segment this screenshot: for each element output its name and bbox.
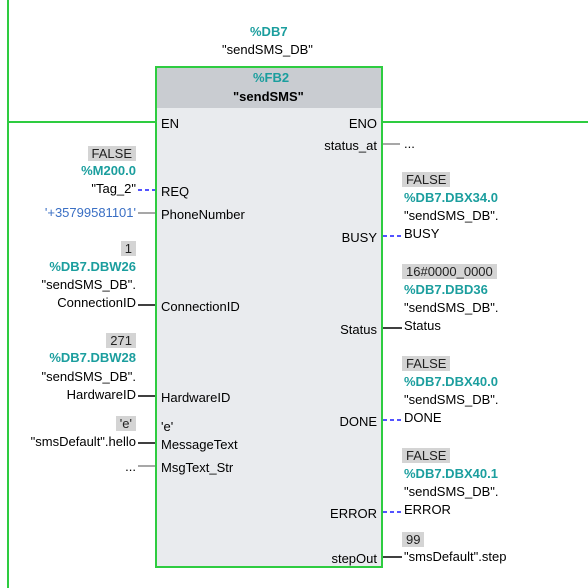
pin-eno[interactable]: ENO — [349, 116, 377, 132]
pin-phone-number[interactable]: PhoneNumber — [161, 207, 245, 223]
status-address: %DB7.DBD36 — [404, 282, 488, 297]
block-address: %FB2 — [253, 70, 290, 85]
pin-busy[interactable]: BUSY — [342, 230, 377, 246]
function-block[interactable]: %FB2 "sendSMS" EN REQ PhoneNumber Connec… — [155, 66, 383, 568]
instance-db-name[interactable]: "sendSMS_DB" — [222, 42, 313, 58]
hardware-id-tag-db[interactable]: "sendSMS_DB". — [42, 369, 137, 385]
status-monitor-value: 16#0000_0000 — [402, 264, 497, 279]
pin-status-at[interactable]: status_at — [324, 138, 377, 154]
hardware-id-monitor-value: 271 — [106, 333, 136, 348]
busy-address: %DB7.DBX34.0 — [404, 190, 498, 205]
connection-id-monitor-value: 1 — [120, 241, 136, 256]
busy-monitor-value: FALSE — [402, 172, 451, 187]
hardware-id-tag-member[interactable]: HardwareID — [67, 387, 136, 403]
done-address: %DB7.DBX40.0 — [404, 374, 498, 389]
error-address: %DB7.DBX40.1 — [404, 466, 498, 481]
msgtext-str-operand[interactable]: ... — [125, 459, 136, 475]
done-tag-member[interactable]: DONE — [404, 410, 442, 426]
pin-error[interactable]: ERROR — [330, 506, 377, 522]
req-address: %M200.0 — [81, 163, 136, 178]
pin-status[interactable]: Status — [340, 322, 377, 338]
pin-hardware-id[interactable]: HardwareID — [161, 390, 230, 406]
connection-id-tag-member[interactable]: ConnectionID — [57, 295, 136, 311]
pin-message-text[interactable]: MessageText — [161, 437, 238, 453]
connection-id-tag-db[interactable]: "sendSMS_DB". — [42, 277, 137, 293]
req-monitor-value: FALSE — [87, 146, 136, 161]
error-monitor-value: FALSE — [402, 448, 451, 463]
busy-tag-db[interactable]: "sendSMS_DB". — [404, 208, 499, 224]
status-at-operand[interactable]: ... — [404, 136, 415, 152]
status-tag-member[interactable]: Status — [404, 318, 441, 334]
pin-en[interactable]: EN — [161, 116, 179, 132]
pin-done[interactable]: DONE — [339, 414, 377, 430]
block-name[interactable]: "sendSMS" — [233, 89, 304, 105]
status-tag-db[interactable]: "sendSMS_DB". — [404, 300, 499, 316]
error-tag-db[interactable]: "sendSMS_DB". — [404, 484, 499, 500]
connection-id-address: %DB7.DBW26 — [49, 259, 136, 274]
step-out-monitor-value: 99 — [402, 532, 425, 547]
message-text-inner-value: 'e' — [161, 419, 174, 434]
pin-req[interactable]: REQ — [161, 184, 189, 200]
phone-number-constant[interactable]: '+35799581101' — [45, 205, 136, 221]
pin-step-out[interactable]: stepOut — [331, 551, 377, 567]
message-text-monitor-value: 'e' — [115, 416, 136, 431]
done-monitor-value: FALSE — [402, 356, 451, 371]
error-tag-member[interactable]: ERROR — [404, 502, 451, 518]
step-out-tag[interactable]: "smsDefault".step — [404, 549, 506, 565]
done-tag-db[interactable]: "sendSMS_DB". — [404, 392, 499, 408]
instance-db-address: %DB7 — [250, 24, 288, 39]
hardware-id-address: %DB7.DBW28 — [49, 350, 136, 365]
req-tag[interactable]: "Tag_2" — [91, 181, 136, 197]
pin-msgtext-str[interactable]: MsgText_Str — [161, 460, 233, 476]
message-text-tag[interactable]: "smsDefault".hello — [31, 434, 136, 450]
pin-connection-id[interactable]: ConnectionID — [161, 299, 240, 315]
busy-tag-member[interactable]: BUSY — [404, 226, 439, 242]
